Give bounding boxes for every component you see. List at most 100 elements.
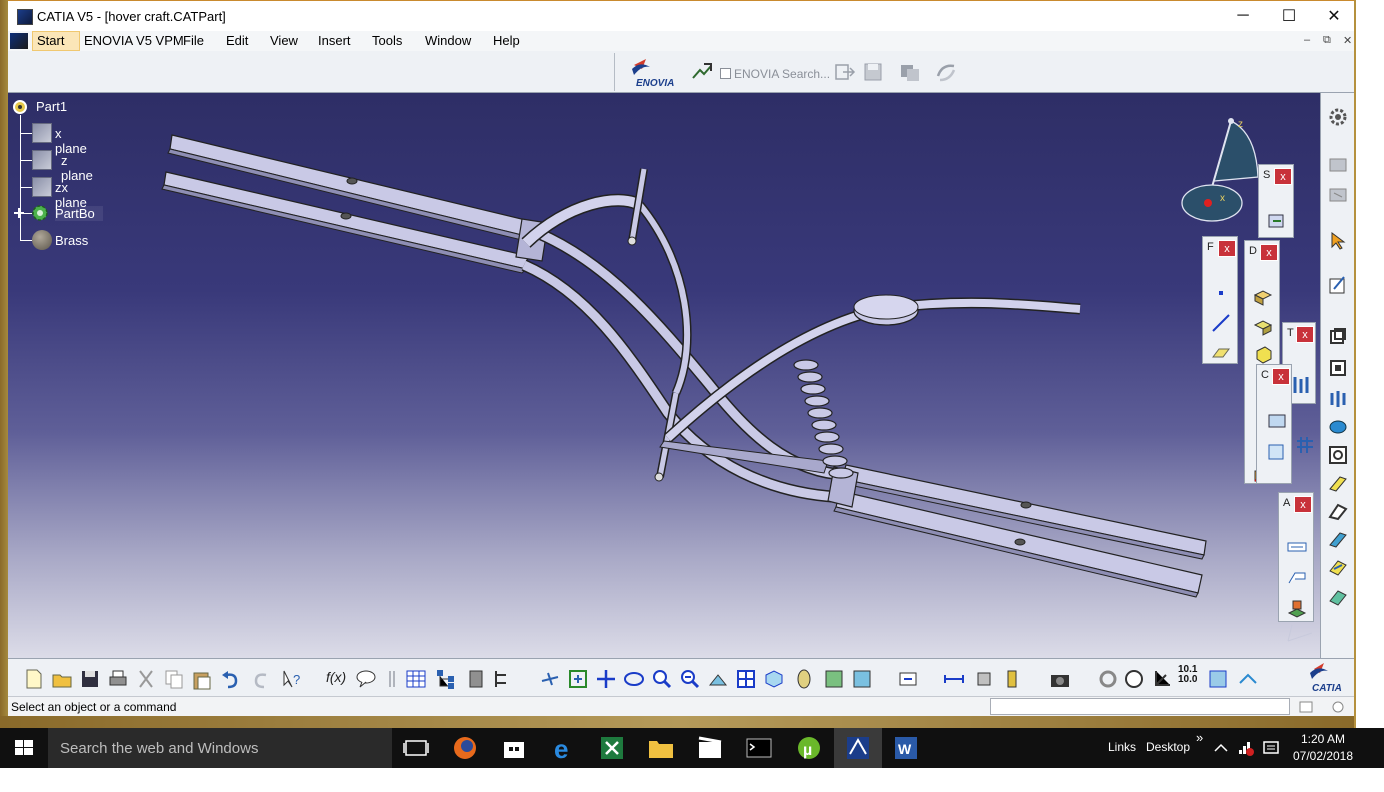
hover-craft-model[interactable] [8,93,1320,658]
axis-system-icon[interactable] [1150,667,1174,691]
enovia-save-icon[interactable] [861,60,885,84]
catia-taskbar-icon[interactable] [834,728,882,768]
command-list-icon[interactable] [1298,700,1314,714]
zoom-in-icon[interactable] [650,667,674,691]
toolbar-chevron-icon[interactable]: » [1196,730,1203,745]
new-file-icon[interactable] [22,667,46,691]
knowledge-icon[interactable] [380,667,404,691]
command-stop-icon[interactable] [1330,700,1346,714]
point-icon[interactable] [1209,281,1233,305]
store-icon[interactable] [490,728,538,768]
catalog-icon[interactable] [1326,153,1350,177]
command-input[interactable] [990,698,1290,715]
word-icon[interactable]: W [882,728,930,768]
annotation-3d-icon[interactable] [1285,597,1309,621]
normal-view-icon[interactable] [706,667,730,691]
edge-icon[interactable]: e [540,728,588,768]
menu-enovia[interactable]: ENOVIA V5 VPM [84,33,184,48]
constraint-icon[interactable] [1265,409,1289,433]
tree-item-z-plane[interactable]: z plane [61,153,93,183]
wireframe-icon[interactable] [1236,667,1260,691]
tree-item-brass[interactable]: Brass [55,233,88,248]
taskbar-search-box[interactable]: Search the web and Windows [48,728,392,768]
iso-view-icon[interactable] [762,667,786,691]
save-icon[interactable] [78,667,102,691]
grid-icon[interactable] [1293,433,1317,457]
fly-mode-icon[interactable] [538,667,562,691]
tree-item-part1[interactable]: Part1 [36,99,67,114]
spin-icon[interactable] [1096,667,1120,691]
task-view-icon[interactable] [392,728,440,768]
file-explorer-icon[interactable] [637,728,685,768]
hide-show-icon[interactable] [822,667,846,691]
doc-restore-button[interactable]: ⧉ [1323,34,1331,47]
taskbar-clock[interactable]: 1:20 AM 07/02/2018 [1288,731,1358,765]
enovia-sync-icon[interactable] [898,60,922,84]
tray-chevron-up-icon[interactable] [1212,740,1230,756]
measure-icon[interactable] [492,667,516,691]
frame-icon[interactable] [1265,439,1289,463]
tree-item-x-plane[interactable]: x plane [55,126,87,156]
pocket-feature-icon[interactable] [1326,355,1350,379]
comment-icon[interactable] [354,667,378,691]
compass-widget[interactable]: z x [1176,113,1266,233]
shaft-feature-icon[interactable] [1326,387,1350,411]
print-icon[interactable] [106,667,130,691]
update-icon[interactable] [896,667,920,691]
line-icon[interactable] [1209,311,1233,335]
notifications-icon[interactable] [1262,740,1280,756]
paste-icon[interactable] [190,667,214,691]
palette-t-close-button[interactable]: x [1296,326,1314,343]
rib-feature-icon[interactable] [1326,471,1350,495]
enovia-open-icon[interactable] [833,60,857,84]
table-icon[interactable] [404,667,428,691]
fit-all-icon[interactable] [566,667,590,691]
camera-icon[interactable] [1048,667,1072,691]
tree-expand-icon[interactable] [434,667,458,691]
hole-feature-icon[interactable] [1326,415,1350,439]
measure-between-icon[interactable] [942,667,966,691]
copy-icon[interactable] [162,667,186,691]
rotate-icon[interactable] [622,667,646,691]
close-button[interactable]: ✕ [1311,1,1357,31]
thread-icon[interactable] [1289,373,1313,397]
menu-view[interactable]: View [270,33,298,48]
minimize-button[interactable]: ─ [1220,1,1266,31]
desktop-toolbar[interactable]: Desktop [1146,740,1190,754]
shading-icon[interactable] [792,667,816,691]
whats-this-icon[interactable]: ? [280,667,304,691]
stiffener-feature-icon[interactable] [1326,527,1350,551]
undo-icon[interactable] [218,667,242,691]
enovia-search-label[interactable]: ENOVIA Search... [734,67,830,81]
redo-icon[interactable] [250,667,274,691]
command-prompt-icon[interactable] [735,728,783,768]
catalog-browser-icon[interactable] [1326,183,1350,207]
layer-icon[interactable] [1206,667,1230,691]
text-annotation-icon[interactable] [1285,535,1309,559]
open-folder-icon[interactable] [50,667,74,691]
excel-icon[interactable] [588,728,636,768]
windows-start-button[interactable] [0,728,48,768]
cut-icon[interactable] [134,667,158,691]
gear-icon[interactable] [1326,105,1350,129]
palette-s-close-button[interactable]: x [1274,168,1292,185]
menu-insert[interactable]: Insert [318,33,351,48]
document-icon[interactable] [10,33,28,49]
pad-icon[interactable] [1251,285,1275,309]
menu-help[interactable]: Help [493,33,520,48]
maximize-button[interactable]: ☐ [1266,1,1312,31]
palette-c-close-button[interactable]: x [1272,368,1290,385]
menu-start[interactable]: Start [32,31,80,51]
plane-tool-icon[interactable] [1209,339,1233,363]
utorrent-icon[interactable]: µ [785,728,833,768]
menu-tools[interactable]: Tools [372,33,402,48]
ratio-button[interactable]: 10.1 10.0 [1178,665,1197,685]
enovia-connect-icon[interactable] [690,60,714,84]
tree-item-partbody[interactable]: PartBo [55,206,103,221]
enovia-refresh-icon[interactable] [934,60,958,84]
multi-view-icon[interactable] [734,667,758,691]
menu-edit[interactable]: Edit [226,33,248,48]
3d-viewport[interactable]: Part1 x plane z plane zx plane PartBo Br… [8,93,1320,658]
sketch-tool-icon[interactable] [1265,209,1289,233]
pocket-icon[interactable] [1251,315,1275,339]
